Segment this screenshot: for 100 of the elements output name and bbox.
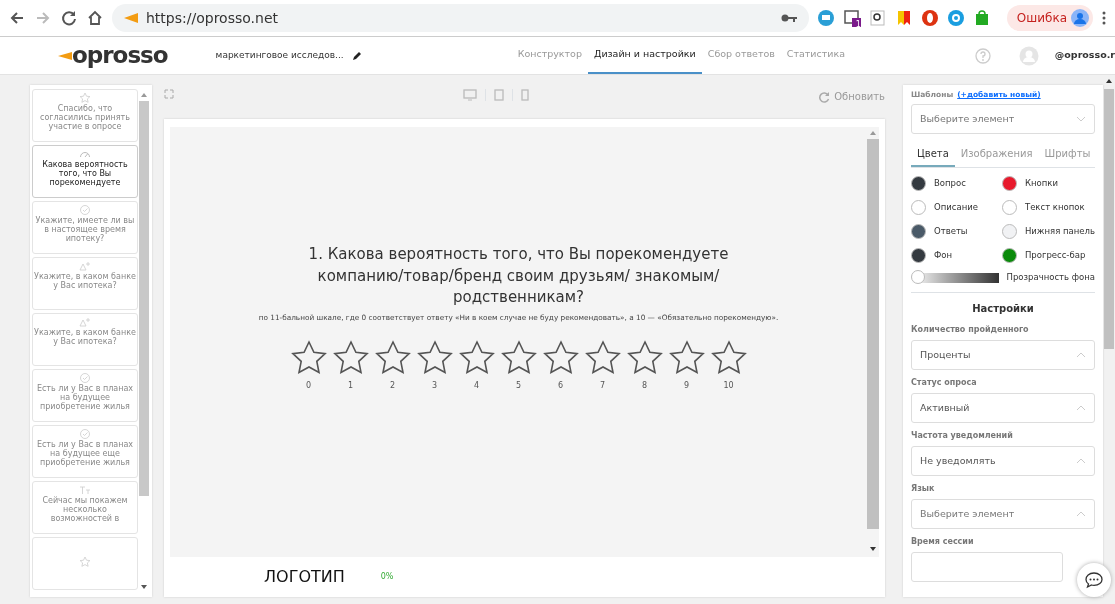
scale-label: 10 xyxy=(722,380,735,393)
question-card[interactable]: Какова вероятность того, что Вы порекомендуете xyxy=(32,145,138,198)
more-icon[interactable] xyxy=(1101,10,1107,26)
nav-tab[interactable]: Сбор ответов xyxy=(701,36,781,74)
person-icon xyxy=(79,260,91,272)
color-swatch[interactable] xyxy=(1001,248,1017,264)
text-icon xyxy=(79,484,91,496)
scale-label: 1 xyxy=(346,380,355,393)
user-name[interactable]: @oprosso.r xyxy=(1054,48,1115,63)
star-icon xyxy=(79,92,91,104)
star-icon[interactable] xyxy=(667,340,706,377)
star-icon[interactable] xyxy=(625,340,664,377)
scale-label: 3 xyxy=(430,380,439,393)
scale-label: 8 xyxy=(640,380,649,393)
color-label: Описание xyxy=(934,201,978,215)
color-label: Кнопки xyxy=(1024,177,1058,191)
star-icon xyxy=(79,556,91,568)
star-icon[interactable] xyxy=(499,340,538,377)
color-swatch[interactable] xyxy=(911,176,926,192)
color-swatch[interactable] xyxy=(1001,176,1017,192)
chevron-icon xyxy=(1076,352,1086,358)
settings-tab[interactable]: Шрифты xyxy=(1038,142,1097,168)
badge-count: 1 xyxy=(854,20,862,30)
color-label: Ответы xyxy=(934,225,968,239)
scale-label: 2 xyxy=(388,380,397,393)
profile-button[interactable]: Ошибка xyxy=(1006,5,1093,31)
check-icon xyxy=(79,204,91,216)
opacity-slider[interactable] xyxy=(911,272,999,283)
star-icon[interactable] xyxy=(583,340,622,377)
chevron-icon xyxy=(1076,405,1086,411)
logo[interactable]: oprosso xyxy=(72,38,168,73)
chevron-icon xyxy=(1076,116,1086,123)
survey-title: маркетинговое исследов... xyxy=(215,48,344,62)
url-text[interactable]: https://oprosso.net xyxy=(146,7,278,29)
color-swatch[interactable] xyxy=(1001,200,1017,216)
input-field[interactable] xyxy=(911,552,1063,582)
chat-icon xyxy=(1084,571,1104,589)
reload-icon[interactable] xyxy=(60,9,78,27)
star-icon[interactable] xyxy=(331,340,370,377)
chevron-icon xyxy=(1076,511,1086,517)
question-card[interactable]: Укажите, в каком банке у Вас ипотека? xyxy=(32,257,138,310)
pencil-icon[interactable] xyxy=(351,50,362,61)
home-icon[interactable] xyxy=(86,9,104,27)
check-icon xyxy=(79,372,91,384)
star-icon[interactable] xyxy=(373,340,412,377)
star-icon[interactable] xyxy=(541,340,580,377)
scale-label: 9 xyxy=(682,380,691,393)
nav-tab[interactable]: Дизайн и настройки xyxy=(587,36,702,74)
color-swatch[interactable] xyxy=(1001,224,1017,240)
refresh-button[interactable]: Обновить xyxy=(818,89,885,104)
select-field[interactable]: Активный xyxy=(911,393,1095,423)
color-label: Фон xyxy=(934,249,953,263)
opacity-label: Прозрачность фона xyxy=(1006,271,1095,284)
star-icon[interactable] xyxy=(415,340,454,377)
question-card[interactable]: Укажите, имеете ли вы в настоящее время ипотеку? xyxy=(32,201,138,254)
person-icon xyxy=(79,316,91,328)
field-label: Язык xyxy=(911,483,936,495)
nav-tab[interactable]: Статистика xyxy=(780,36,852,74)
section-title: Настройки xyxy=(971,302,1035,316)
scale-label: 7 xyxy=(598,380,607,393)
select-field[interactable]: Выберите элемент xyxy=(911,499,1095,529)
select-field[interactable]: Выберите элемент xyxy=(911,104,1095,135)
question-card[interactable]: Спасибо, что согласились принять участие в опросе xyxy=(32,89,138,142)
refresh-icon xyxy=(818,90,831,103)
color-swatch[interactable] xyxy=(911,224,926,240)
question-card[interactable]: Есть ли у Вас в планах на будущее еще приобретение жилья xyxy=(32,425,138,478)
field-label: Время сессии xyxy=(911,536,975,548)
nav-tab[interactable]: Конструктор xyxy=(511,36,588,74)
scale-label: 0 xyxy=(304,380,313,393)
settings-tab[interactable]: Цвета xyxy=(911,142,955,168)
site-logo-icon xyxy=(124,13,138,23)
logo-icon xyxy=(58,51,72,60)
field-label: Количество пройденного xyxy=(911,324,1030,336)
color-swatch[interactable] xyxy=(911,248,926,264)
star-icon[interactable] xyxy=(457,340,496,377)
chevron-icon xyxy=(1076,458,1086,464)
select-field[interactable]: Не уведомлять xyxy=(911,446,1095,476)
key-icon xyxy=(780,13,797,23)
star-icon[interactable] xyxy=(289,340,328,377)
color-label: Нижняя панель xyxy=(1024,225,1095,239)
star-icon[interactable] xyxy=(709,340,748,377)
question-title: 1. Какова вероятность того, что Вы порекомендуете компанию/товар/бренд своим друзьям/ знакомым/ родственникам? xyxy=(307,243,730,309)
field-label: Частота уведомлений xyxy=(911,430,1014,442)
field-label: Статус опроса xyxy=(911,377,978,389)
color-label: Текст кнопок xyxy=(1024,201,1085,215)
avatar-icon xyxy=(1071,9,1089,27)
chat-bubble-icon[interactable] xyxy=(816,9,835,27)
progress-value: 0% xyxy=(380,571,394,583)
question-card[interactable]: Укажите, в каком банке у Вас ипотека? xyxy=(32,313,138,366)
color-swatch[interactable] xyxy=(911,200,926,216)
scale-label: 4 xyxy=(472,380,481,393)
select-field[interactable]: Проценты xyxy=(911,340,1095,370)
question-card[interactable]: Сейчас мы покажем несколько возможностей в xyxy=(32,481,138,534)
color-label: Прогресс-бар xyxy=(1024,249,1086,263)
chat-button[interactable] xyxy=(1077,563,1111,597)
check-icon xyxy=(79,428,91,440)
settings-tab[interactable]: Изображения xyxy=(954,142,1039,168)
slider-thumb[interactable] xyxy=(911,269,925,284)
question-card[interactable]: Есть ли у Вас в планах на будущее приобретение жилья xyxy=(32,369,138,422)
color-label: Вопрос xyxy=(934,177,966,191)
